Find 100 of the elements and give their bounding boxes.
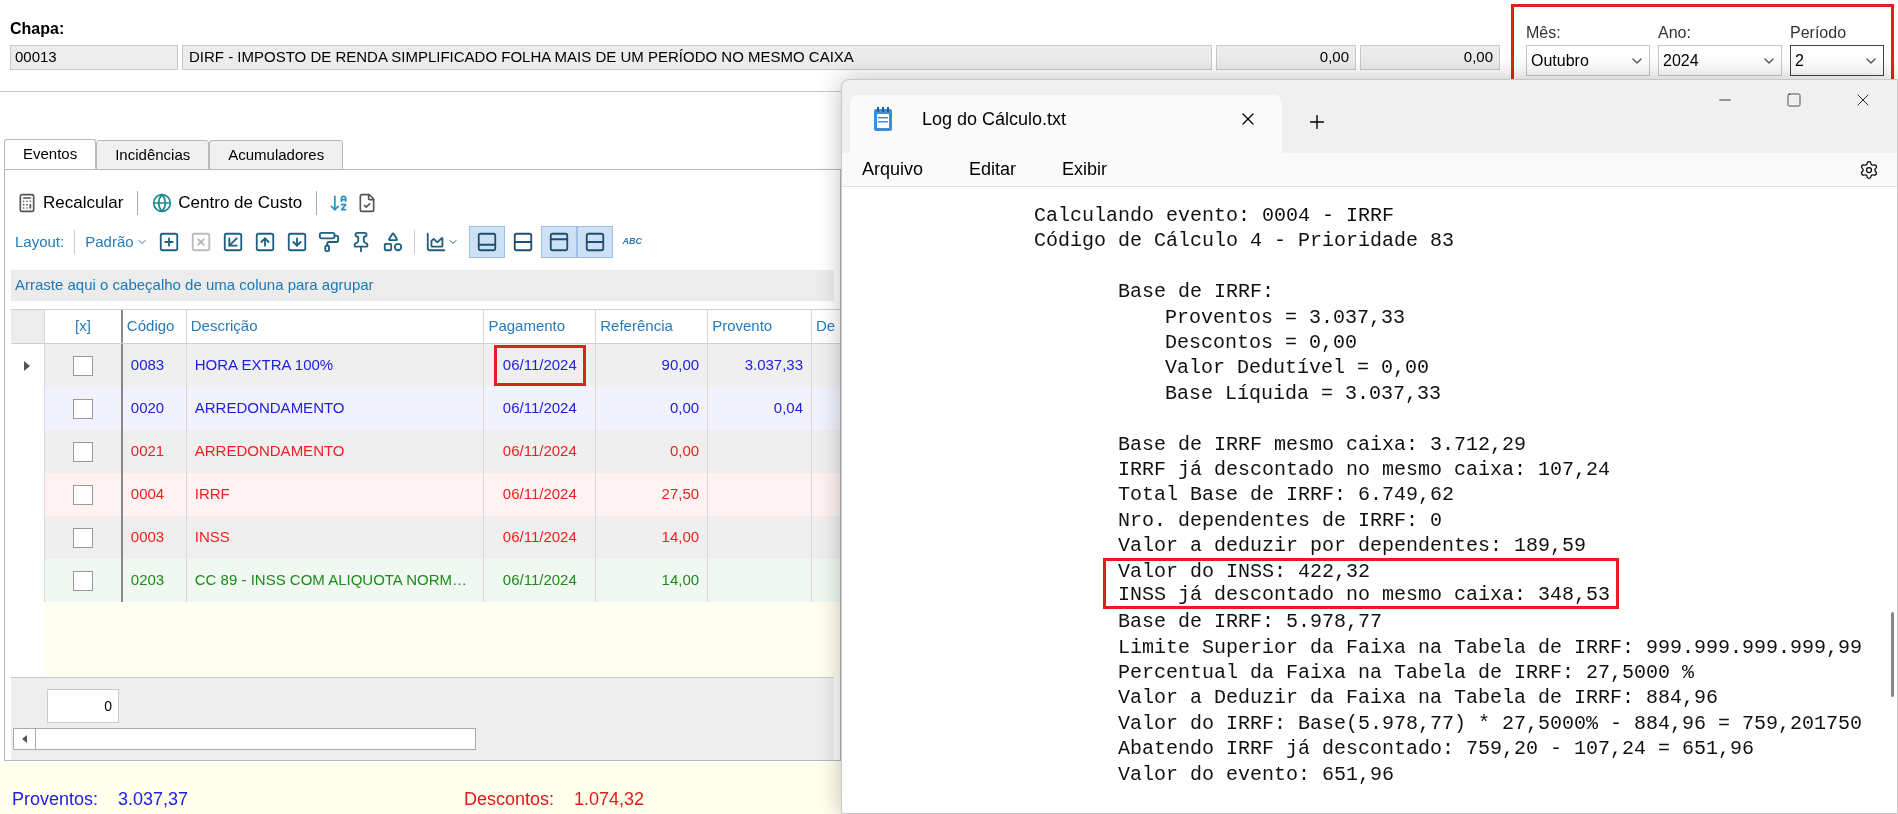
document-check-icon[interactable] xyxy=(357,193,378,213)
log-line: INSS já descontado no mesmo caixa: 348,53 xyxy=(1103,583,1619,610)
log-line: Valor do evento: 651,96 xyxy=(1118,761,1395,787)
menu-item[interactable]: Arquivo xyxy=(850,156,936,183)
log-line: Código de Cálculo 4 - Prioridade 83 xyxy=(1034,228,1455,254)
table-cell-text: CC 89 - INSS COM ALIQUOTA NORM… xyxy=(194,570,468,591)
maximize-icon[interactable] xyxy=(1785,92,1802,108)
layout-toggle[interactable] xyxy=(540,226,577,258)
log-line: Abatendo IRRF já descontado: 759,20 - 107,24 = 651,96 xyxy=(1118,736,1755,762)
dropdown-field[interactable]: 2 xyxy=(1790,45,1884,76)
count-field[interactable]: 0 xyxy=(47,689,119,723)
log-line: Descontos = 0,00 xyxy=(1165,329,1358,356)
layout-toggle[interactable] xyxy=(468,226,505,258)
layout-label: Layout: xyxy=(15,231,65,252)
row-indicator-header xyxy=(11,310,44,343)
field-label: Ano: xyxy=(1658,23,1692,43)
table-row[interactable]: 0020 ARREDONDAMENTO 06/11/2024 0,00 0,04 xyxy=(11,387,840,430)
table-cell-text: HORA EXTRA 100% xyxy=(194,355,334,376)
column-header[interactable]: Referência xyxy=(595,310,708,343)
field-label: Mês: xyxy=(1526,23,1562,43)
calculator-icon xyxy=(17,193,37,213)
table-cell-text: 0083 xyxy=(130,355,165,376)
panel-top-icon xyxy=(547,231,570,253)
dropdown-field[interactable]: Outubro xyxy=(1526,45,1650,76)
table-cell-text: 0003 xyxy=(130,527,165,548)
log-line: Nro. dependentes de IRRF: 0 xyxy=(1118,507,1443,534)
table-cell-text: 06/11/2024 xyxy=(501,570,578,591)
scrollbar-thumb[interactable] xyxy=(1891,612,1894,697)
plus-square-icon[interactable] xyxy=(157,231,180,253)
table-row[interactable]: 0004 IRRF 06/11/2024 27,50 xyxy=(11,473,840,516)
log-line: Limite Superior da Faixa na Tabela de IRRF: 999.999.999.999,99 xyxy=(1118,634,1863,661)
log-line: Proventos = 3.037,33 xyxy=(1165,304,1406,330)
checkbox[interactable] xyxy=(72,398,93,419)
tab[interactable]: Incidências xyxy=(96,140,210,170)
checkbox[interactable] xyxy=(72,355,93,376)
log-line: Valor a deduzir por dependentes: 189,59 xyxy=(1118,533,1587,559)
sort-az-icon[interactable] xyxy=(329,193,350,213)
toolbar-button[interactable]: Recalcular xyxy=(15,190,126,216)
tab[interactable]: Eventos xyxy=(4,139,97,169)
checkbox[interactable] xyxy=(72,484,93,505)
settings-icon[interactable] xyxy=(1859,159,1879,180)
value-field[interactable]: 0,00 xyxy=(1216,45,1356,70)
table-cell-text: 0203 xyxy=(130,570,165,591)
table-cell-text: 27,50 xyxy=(661,484,700,505)
table-row[interactable]: 0083 HORA EXTRA 100% 06/11/2024 90,00 3.037,33 xyxy=(11,344,840,387)
value-field[interactable]: 0,00 xyxy=(1360,45,1500,70)
dropdown-field[interactable]: 2024 xyxy=(1658,45,1782,76)
area-chart-icon xyxy=(424,231,447,253)
log-line: Base de IRRF: xyxy=(1118,279,1275,305)
column-header[interactable]: Provento xyxy=(707,310,811,343)
field-label: Chapa: xyxy=(10,19,66,39)
column-header[interactable]: [x] xyxy=(43,310,121,343)
layout-dropdown[interactable]: Padrão xyxy=(85,230,148,254)
table-cell-text: 0,04 xyxy=(773,398,803,419)
checkbox[interactable] xyxy=(72,527,93,548)
description-field[interactable]: DIRF - IMPOSTO DE RENDA SIMPLIFICADO FOLHA MAIS DE UM PERÍODO NO MESMO CAIXA xyxy=(182,45,1212,70)
toolbar-button[interactable]: Centro de Custo xyxy=(150,190,305,216)
log-line: Valor do INSS: 422,32 xyxy=(1103,558,1619,584)
tab[interactable]: Acumuladores xyxy=(209,140,344,170)
log-line: Base de IRRF mesmo caixa: 3.712,29 xyxy=(1118,431,1527,457)
table-cell-text: 06/11/2024 xyxy=(501,398,578,419)
checkbox[interactable] xyxy=(72,441,93,462)
code-field[interactable]: 00013 xyxy=(10,45,178,70)
table-row[interactable]: 0003 INSS 06/11/2024 14,00 xyxy=(11,516,840,559)
rows-icon xyxy=(583,231,606,253)
table-cell-text: 06/11/2024 xyxy=(501,441,578,462)
horizontal-scrollbar[interactable] xyxy=(13,728,476,750)
layout-toggle[interactable] xyxy=(576,226,613,258)
spellcheck-icon[interactable]: ABC xyxy=(622,235,643,249)
column-header[interactable]: De xyxy=(811,310,840,343)
menu-item[interactable]: Exibir xyxy=(1050,156,1120,183)
table-cell-text: 0,00 xyxy=(669,441,700,462)
column-header[interactable]: Pagamento xyxy=(483,310,596,343)
shapes-icon[interactable] xyxy=(381,231,404,253)
panel-bottom-icon xyxy=(475,231,498,253)
file-tab[interactable]: Log do Cálculo.txt xyxy=(850,95,1282,153)
chart-dropdown[interactable] xyxy=(424,231,459,253)
log-line: IRRF já descontado no mesmo caixa: 107,24 xyxy=(1118,456,1611,483)
log-line: Valor a Deduzir da Faixa na Tabela de IRRF: 884,96 xyxy=(1118,685,1719,711)
paint-roller-icon[interactable] xyxy=(317,231,340,253)
notepad-icon xyxy=(872,106,894,132)
table-cell-text: 0020 xyxy=(130,398,165,419)
field-label: Período xyxy=(1790,23,1848,43)
table-cell-text: 0021 xyxy=(130,441,165,462)
table-cell-text: INSS xyxy=(194,527,230,548)
table-cell-text: IRRF xyxy=(194,484,230,505)
table-cell-text: 3.037,33 xyxy=(744,355,803,376)
checkbox[interactable] xyxy=(72,570,93,591)
table-cell-text: 14,00 xyxy=(661,570,700,591)
table-row[interactable]: 0203 CC 89 - INSS COM ALIQUOTA NORM… 06/11/2024 14,00 xyxy=(11,559,840,602)
column-header[interactable]: Descrição xyxy=(185,310,484,343)
table-cell-text: ARREDONDAMENTO xyxy=(194,398,345,419)
table-row[interactable]: 0021 ARREDONDAMENTO 06/11/2024 0,00 xyxy=(11,430,840,473)
log-line: Valor Dedutível = 0,00 xyxy=(1165,355,1430,381)
menu-item[interactable]: Editar xyxy=(957,156,1029,183)
table-cell-text: 0004 xyxy=(130,484,165,505)
table-cell-text: 90,00 xyxy=(661,355,700,376)
rows-icon xyxy=(511,231,534,253)
total-label: Descontos: xyxy=(464,788,555,811)
log-line: Calculando evento: 0004 - IRRF xyxy=(1034,203,1395,229)
